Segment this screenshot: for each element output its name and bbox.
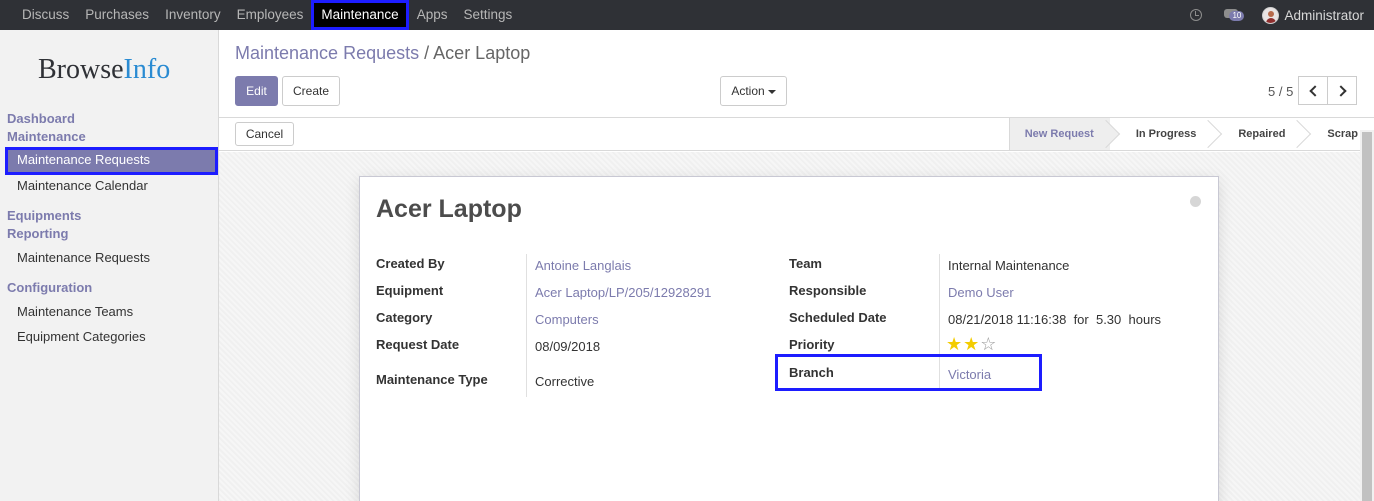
- top-navbar: Discuss Purchases Inventory Employees Ma…: [0, 0, 1374, 30]
- field-divider: [526, 254, 527, 397]
- sidebar-section-dashboard[interactable]: Dashboard: [7, 111, 75, 126]
- scrollbar-thumb[interactable]: [1362, 132, 1372, 501]
- stage-pipeline: New Request In Progress Repaired Scrap: [1008, 118, 1374, 150]
- menu-discuss[interactable]: Discuss: [14, 0, 77, 30]
- menu-inventory[interactable]: Inventory: [157, 0, 229, 30]
- menu-purchases[interactable]: Purchases: [77, 0, 157, 30]
- value-equipment[interactable]: Acer Laptop/LP/205/12928291: [535, 285, 711, 300]
- menu-maintenance[interactable]: Maintenance: [311, 0, 409, 30]
- app-menu: Discuss Purchases Inventory Employees Ma…: [14, 0, 520, 30]
- label-category: Category: [376, 310, 433, 325]
- value-category[interactable]: Computers: [535, 312, 599, 327]
- edit-button[interactable]: Edit: [235, 76, 278, 106]
- systray: 10 Administrator: [1190, 0, 1364, 30]
- star-empty-icon[interactable]: ☆: [980, 334, 997, 354]
- breadcrumb-current: Acer Laptop: [433, 43, 531, 63]
- action-dropdown[interactable]: Action: [720, 76, 787, 106]
- sidebar-item-maintenance-calendar[interactable]: Maintenance Calendar: [17, 178, 148, 193]
- label-priority: Priority: [789, 337, 835, 352]
- user-name[interactable]: Administrator: [1284, 8, 1364, 23]
- pager-value[interactable]: 5 / 5: [1268, 84, 1293, 99]
- value-maintenance-type: Corrective: [535, 374, 595, 389]
- message-count-badge: 10: [1229, 11, 1245, 21]
- value-responsible[interactable]: Demo User: [948, 285, 1014, 300]
- label-created-by: Created By: [376, 256, 445, 271]
- browseinfo-logo: BrowseInfo: [38, 54, 171, 85]
- sidebar-section-reporting[interactable]: Reporting: [7, 226, 68, 241]
- cancel-button[interactable]: Cancel: [235, 122, 294, 146]
- stage-new-request[interactable]: New Request: [1008, 118, 1110, 150]
- user-avatar[interactable]: [1262, 6, 1280, 24]
- sidebar-item-maintenance-requests[interactable]: Maintenance Requests: [5, 147, 218, 175]
- label-responsible: Responsible: [789, 283, 867, 298]
- caret-down-icon: [767, 89, 776, 94]
- branch-highlight-box: [775, 354, 1042, 391]
- label-maintenance-type: Maintenance Type: [376, 372, 488, 387]
- kanban-state-icon[interactable]: [1190, 196, 1201, 207]
- value-team: Internal Maintenance: [948, 258, 1070, 273]
- activity-clock-icon[interactable]: [1190, 9, 1203, 21]
- sidebar: BrowseInfo: [0, 30, 219, 501]
- breadcrumb: Maintenance Requests / Acer Laptop: [235, 43, 530, 64]
- label-equipment: Equipment: [376, 283, 444, 298]
- menu-employees[interactable]: Employees: [229, 0, 312, 30]
- sidebar-section-maintenance[interactable]: Maintenance: [7, 129, 86, 144]
- label-scheduled-date: Scheduled Date: [789, 310, 887, 325]
- chevron-right-icon[interactable]: [1327, 76, 1357, 105]
- sidebar-item-reporting-requests[interactable]: Maintenance Requests: [17, 250, 150, 265]
- scrollbar[interactable]: [1360, 130, 1374, 501]
- star-filled-icon[interactable]: ★: [963, 334, 980, 354]
- statusbar: New Request In Progress Repaired Scrap: [219, 117, 1374, 151]
- sidebar-section-equipments[interactable]: Equipments: [7, 208, 81, 223]
- priority-stars[interactable]: ★★☆: [946, 335, 997, 353]
- star-filled-icon[interactable]: ★: [946, 334, 963, 354]
- menu-settings[interactable]: Settings: [455, 0, 520, 30]
- value-request-date: 08/09/2018: [535, 339, 601, 354]
- label-request-date: Request Date: [376, 337, 460, 352]
- record-title: Acer Laptop: [376, 195, 522, 223]
- stage-repaired[interactable]: Repaired: [1212, 118, 1301, 150]
- menu-apps[interactable]: Apps: [409, 0, 456, 30]
- action-label: Action: [731, 84, 765, 98]
- breadcrumb-separator: /: [424, 43, 430, 63]
- sidebar-item-equipment-categories[interactable]: Equipment Categories: [17, 329, 146, 344]
- create-button[interactable]: Create: [282, 76, 340, 106]
- value-scheduled-date: 08/21/2018 11:16:38 for 5.30 hours: [948, 312, 1162, 327]
- chevron-left-icon[interactable]: [1298, 76, 1328, 105]
- sidebar-item-maintenance-teams[interactable]: Maintenance Teams: [17, 304, 133, 319]
- label-team: Team: [789, 256, 822, 271]
- messages-icon[interactable]: 10: [1224, 7, 1246, 23]
- value-created-by[interactable]: Antoine Langlais: [535, 258, 631, 273]
- breadcrumb-parent[interactable]: Maintenance Requests: [235, 43, 419, 63]
- stage-in-progress[interactable]: In Progress: [1110, 118, 1213, 150]
- sidebar-section-configuration[interactable]: Configuration: [7, 280, 92, 295]
